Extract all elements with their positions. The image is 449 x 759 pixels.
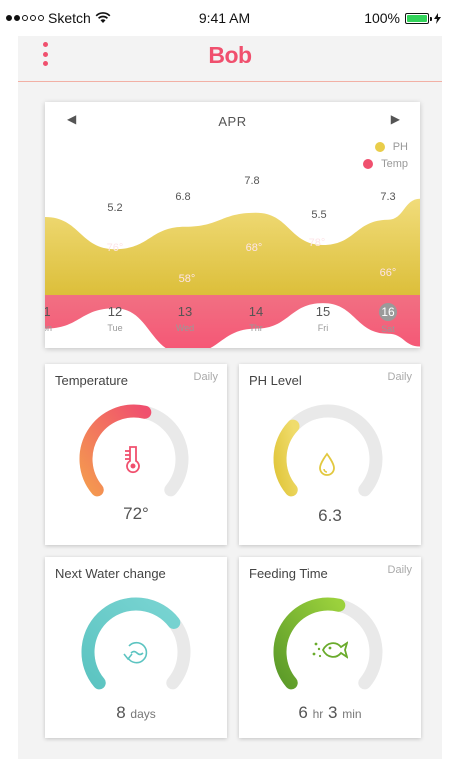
ph-data-label: 7.8 (244, 175, 259, 187)
day-name: Sat (381, 324, 395, 334)
water-cycle-icon (123, 641, 148, 664)
battery-status: 100% (364, 10, 441, 26)
day-item[interactable]: 13 Wed (165, 304, 205, 333)
legend-label-ph: PH (392, 140, 408, 153)
day-number: 13 (177, 304, 193, 319)
temperature-card[interactable]: Temperature Daily 72° (45, 364, 227, 545)
thermometer-icon (125, 446, 140, 474)
day-name: Thr (249, 323, 263, 333)
next-month-button[interactable]: ▶ (391, 112, 400, 126)
legend-item-temp: Temp (363, 155, 408, 172)
month-label: APR (218, 114, 247, 129)
month-navigator: ◀ APR ▶ (45, 112, 420, 132)
temp-data-label: 78° (309, 237, 326, 249)
legend-label-temp: Temp (381, 157, 408, 170)
ph-data-label: 5.2 (107, 202, 122, 214)
water-change-value: 8 days (45, 703, 227, 723)
app-logo: Bob (208, 42, 252, 68)
day-item[interactable]: 12 Tue (95, 304, 135, 333)
chart-legend: PH Temp (363, 138, 408, 172)
status-bar: Sketch 9:41 AM 100% (0, 0, 449, 36)
feeding-time-value: 6 hr 3 min (239, 703, 421, 723)
fish-icon (312, 641, 348, 659)
battery-icon (405, 12, 432, 24)
day-name: on (45, 323, 52, 333)
ph-value: 6.3 (318, 506, 342, 525)
water-change-number: 8 (116, 703, 126, 722)
feeding-hours-unit: hr (312, 707, 324, 721)
water-change-card[interactable]: Next Water change 8 days (45, 557, 227, 738)
day-name: Tue (107, 323, 123, 333)
water-change-unit: days (130, 707, 156, 721)
feeding-time-card[interactable]: Feeding Time Daily 6 hr 3 min (239, 557, 421, 738)
day-item[interactable]: 14 Thr (236, 304, 276, 333)
day-item-selected[interactable]: 16 Sat (368, 303, 408, 334)
app-header: Bob (18, 36, 442, 82)
temp-data-label: 66° (380, 267, 397, 279)
day-item[interactable]: 1 on (45, 304, 67, 333)
ph-data-label: 6.8 (175, 191, 190, 203)
feeding-minutes-unit: min (342, 707, 362, 721)
gauge-progress (273, 419, 300, 497)
legend-item-ph: PH (363, 138, 408, 155)
day-number: 16 (379, 303, 397, 321)
temp-data-label: 68° (246, 242, 263, 254)
temp-data-label: 58° (179, 273, 196, 285)
charging-icon (434, 12, 441, 24)
legend-swatch-temp (363, 158, 374, 169)
ph-data-label: 5.5 (311, 209, 326, 221)
day-name: Fri (317, 323, 329, 333)
day-number: 1 (45, 304, 51, 319)
ph-level-card[interactable]: PH Level Daily 6.3 (239, 364, 421, 545)
history-chart-card: 5.2 6.8 7.8 5.5 7.3 76° 58° 68° 78° 66° ◀ APR ▶ P… (45, 102, 420, 348)
feeding-hours: 6 (298, 703, 308, 722)
feeding-minutes: 3 (328, 703, 338, 722)
day-name: Wed (175, 323, 195, 333)
legend-swatch-ph (374, 141, 385, 152)
temperature-value: 72° (123, 504, 149, 523)
day-item[interactable]: 15 Fri (303, 304, 343, 333)
water-drop-icon (319, 452, 335, 476)
day-number: 14 (248, 304, 264, 319)
battery-percent: 100% (364, 10, 400, 26)
ph-data-label: 7.3 (380, 191, 395, 203)
temp-data-label: 76° (107, 242, 124, 254)
day-number: 15 (315, 304, 331, 319)
day-number: 12 (107, 304, 123, 319)
ph-area-series (45, 198, 420, 295)
